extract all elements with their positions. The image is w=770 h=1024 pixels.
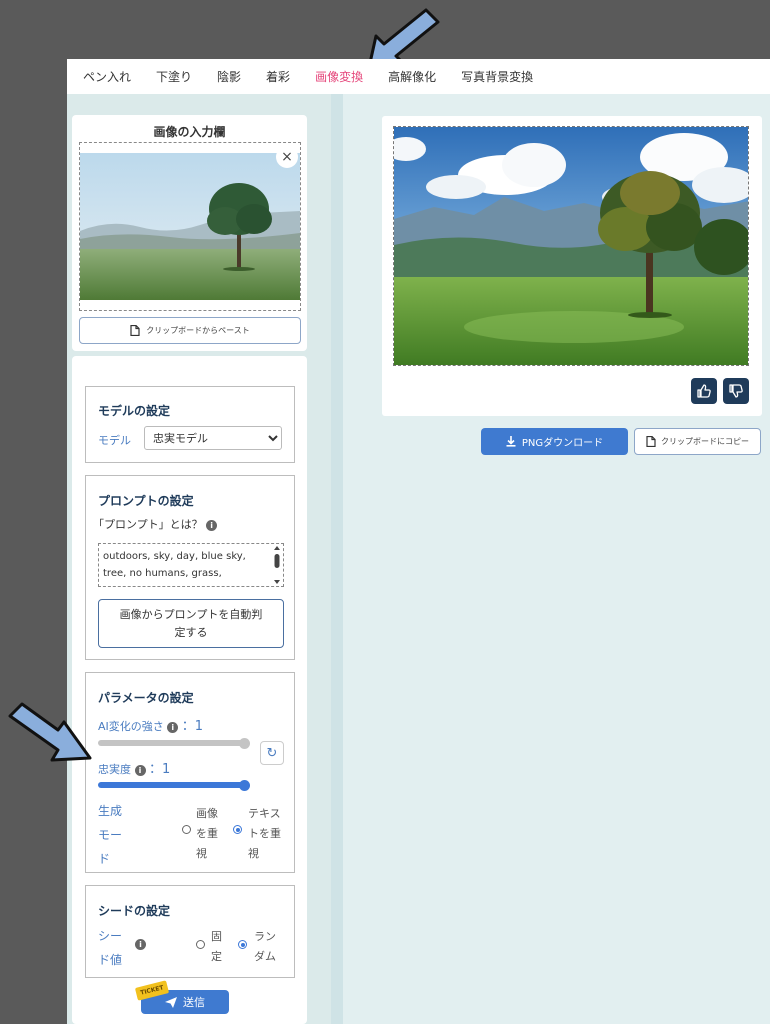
tab-image-conversion[interactable]: 画像変換 — [315, 68, 363, 85]
left-panel: 画像の入力欄 × クリップボードからペースト モデルの設定 モデル 忠実モデル … — [72, 115, 307, 1024]
fidelity-label: 忠実度 — [98, 763, 131, 776]
paste-label: クリップボードからペースト — [146, 326, 250, 335]
model-select[interactable]: 忠実モデル — [144, 426, 282, 450]
fidelity-value: ：1 — [149, 762, 171, 777]
output-image — [393, 126, 749, 366]
png-download-button[interactable]: PNGダウンロード — [481, 428, 628, 455]
clipboard-icon — [130, 325, 140, 336]
mode-radio-image[interactable] — [182, 825, 191, 834]
tab-base-color[interactable]: 下塗り — [156, 68, 192, 85]
generation-mode-label: 生成 モー ド — [98, 804, 123, 866]
info-icon: i — [134, 764, 146, 776]
mode-radio-text[interactable] — [233, 825, 242, 834]
ai-strength-label: AI変化の強さ — [98, 720, 164, 733]
copy-label: クリップボードにコピー — [661, 437, 749, 446]
scrollbar[interactable] — [273, 546, 281, 584]
reset-icon[interactable]: ↻ — [260, 741, 284, 765]
send-label: 送信 — [183, 996, 205, 1009]
clipboard-icon — [646, 436, 656, 447]
prompt-section-title: プロンプトの設定 — [98, 494, 194, 508]
seed-value-label: シー ド値 — [98, 929, 123, 967]
tab-upscale[interactable]: 高解像化 — [388, 68, 436, 85]
copy-to-clipboard-button[interactable]: クリップボードにコピー — [634, 428, 761, 455]
mode-option-text-label: テキス トを重 視 — [248, 807, 281, 860]
close-icon[interactable]: × — [276, 146, 298, 168]
info-icon: i — [206, 519, 218, 531]
image-drop-zone[interactable]: × — [79, 142, 301, 311]
paste-from-clipboard-button[interactable]: クリップボードからペースト — [79, 317, 301, 344]
input-image — [80, 153, 300, 300]
download-icon — [506, 436, 516, 447]
mode-option-image-label: 画像 を重 視 — [196, 807, 218, 860]
auto-detect-prompt-button[interactable]: 画像からプロンプトを自動判定する — [98, 599, 284, 648]
tab-photo-background[interactable]: 写真背景変換 — [461, 68, 533, 85]
output-card — [382, 116, 762, 416]
settings-card: モデルの設定 モデル 忠実モデル プロンプトの設定 「プロンプト」とは？ i o… — [72, 356, 307, 1024]
prompt-text: outdoors, sky, day, blue sky, tree, no h… — [103, 551, 246, 579]
model-section-title: モデルの設定 — [98, 404, 171, 418]
prompt-help[interactable]: 「プロンプト」とは？ i — [93, 516, 218, 532]
seed-radio-fixed[interactable] — [196, 940, 205, 949]
seed-radio-random[interactable] — [238, 940, 247, 949]
ai-strength-row: AI変化の強さ i ：1 — [98, 715, 203, 734]
fidelity-slider[interactable] — [98, 782, 244, 788]
annotation-arrow-left — [8, 702, 92, 762]
output-panel: PNGダウンロード クリップボードにコピー — [343, 94, 770, 1024]
model-label: モデル — [98, 434, 131, 447]
ai-strength-value: ：1 — [181, 719, 204, 734]
tab-coloring[interactable]: 着彩 — [266, 68, 290, 85]
fidelity-row: 忠実度 i ：1 — [98, 758, 170, 777]
model-section: モデルの設定 モデル 忠実モデル — [85, 386, 295, 463]
prompt-help-label: 「プロンプト」とは？ — [93, 518, 203, 531]
paper-plane-icon — [165, 996, 177, 1008]
thumbs-down-icon[interactable] — [723, 378, 749, 404]
tab-shading[interactable]: 陰影 — [217, 68, 241, 85]
prompt-section: プロンプトの設定 「プロンプト」とは？ i outdoors, sky, day… — [85, 475, 295, 660]
fidelity-slider-knob[interactable] — [238, 779, 250, 791]
seed-section: シードの設定 シー ド値 i 固 定 ラン ダム — [85, 885, 295, 978]
column-separator — [331, 94, 343, 1024]
image-input-card: 画像の入力欄 × クリップボードからペースト — [72, 115, 307, 351]
seed-option-random-label: ラン ダム — [254, 930, 276, 963]
parameter-section-title: パラメータの設定 — [98, 691, 194, 705]
ai-strength-slider[interactable] — [98, 740, 244, 746]
info-icon: i — [135, 939, 146, 950]
ai-strength-slider-knob[interactable] — [238, 737, 250, 749]
thumbs-up-icon[interactable] — [691, 378, 717, 404]
input-title: 画像の入力欄 — [153, 125, 226, 139]
download-label: PNGダウンロード — [521, 438, 604, 449]
parameter-section: パラメータの設定 AI変化の強さ i ：1 ↻ 忠実度 i ：1 生成 モー ド… — [85, 672, 295, 873]
prompt-textarea[interactable]: outdoors, sky, day, blue sky, tree, no h… — [98, 543, 284, 587]
top-tab-bar: ペン入れ 下塗り 陰影 着彩 画像変換 高解像化 写真背景変換 — [67, 59, 770, 94]
seed-option-fixed-label: 固 定 — [211, 930, 222, 963]
app-window: ペン入れ 下塗り 陰影 着彩 画像変換 高解像化 写真背景変換 画像の入力欄 ×… — [67, 59, 770, 1024]
info-icon: i — [167, 721, 179, 733]
tab-pen[interactable]: ペン入れ — [83, 68, 131, 85]
seed-section-title: シードの設定 — [98, 904, 171, 918]
